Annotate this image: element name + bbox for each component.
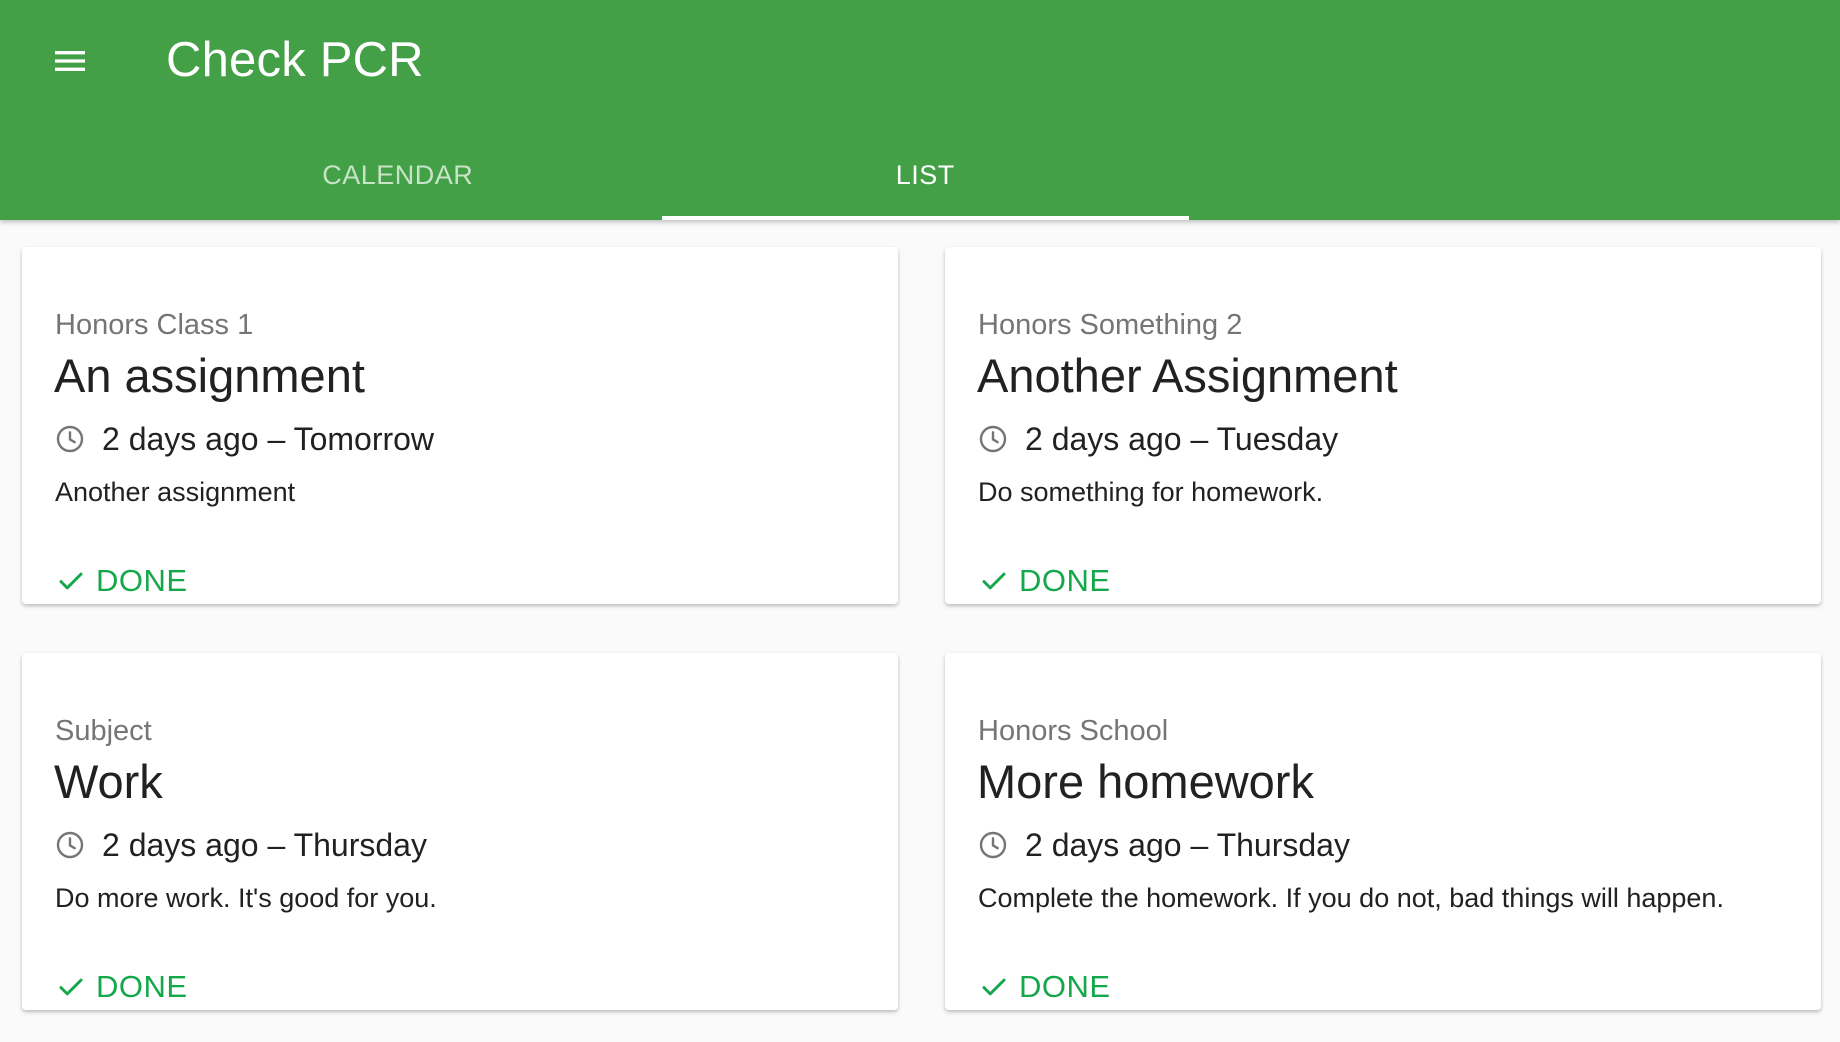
card-subject: Honors Class 1	[55, 309, 254, 341]
check-icon	[982, 572, 1006, 590]
tab-bar: CALENDAR LIST	[134, 136, 1189, 220]
card-subject: Subject	[55, 715, 152, 747]
menu-button[interactable]	[30, 27, 110, 95]
app-title: Check PCR	[166, 33, 424, 87]
assignment-card: Honors Class 1 An assignment 2 days ago …	[22, 247, 898, 604]
tab-list[interactable]: LIST	[661, 136, 1190, 220]
card-title: Work	[54, 755, 163, 808]
clock-icon	[979, 831, 1007, 859]
clock-icon	[979, 425, 1007, 453]
card-description: Do more work. It's good for you.	[55, 883, 437, 913]
done-button[interactable]: DONE	[967, 961, 1123, 1013]
hamburger-menu-icon	[55, 51, 85, 71]
card-time-row: 2 days ago – Tomorrow	[54, 419, 434, 459]
card-time: 2 days ago – Thursday	[1025, 827, 1350, 863]
done-button-label: DONE	[1019, 969, 1111, 1004]
card-time-row: 2 days ago – Thursday	[54, 825, 427, 865]
clock-icon	[56, 831, 84, 859]
done-button-label: DONE	[1019, 563, 1111, 598]
card-title: More homework	[977, 755, 1314, 808]
check-icon	[59, 978, 83, 996]
card-subject: Honors Something 2	[978, 309, 1243, 341]
card-title: Another Assignment	[977, 349, 1398, 402]
card-description: Do something for homework.	[978, 477, 1324, 507]
done-button[interactable]: DONE	[44, 555, 200, 607]
check-icon	[59, 572, 83, 590]
check-icon	[982, 978, 1006, 996]
card-subject: Honors School	[978, 715, 1169, 747]
card-time-row: 2 days ago – Tuesday	[977, 419, 1338, 459]
done-button-label: DONE	[96, 563, 188, 598]
card-time: 2 days ago – Tuesday	[1025, 421, 1339, 457]
assignment-card: Honors Something 2 Another Assignment 2 …	[945, 247, 1821, 604]
card-time: 2 days ago – Thursday	[102, 827, 427, 863]
assignment-list: Honors Class 1 An assignment 2 days ago …	[0, 220, 1840, 1042]
tab-calendar[interactable]: CALENDAR	[134, 136, 662, 220]
card-description: Complete the homework. If you do not, ba…	[978, 883, 1724, 913]
clock-icon	[56, 425, 84, 453]
card-time: 2 days ago – Tomorrow	[102, 421, 435, 457]
assignment-card: Honors School More homework 2 days ago –…	[945, 653, 1821, 1010]
card-time-row: 2 days ago – Thursday	[977, 825, 1350, 865]
done-button[interactable]: DONE	[967, 555, 1123, 607]
card-title: An assignment	[54, 349, 365, 402]
done-button[interactable]: DONE	[44, 961, 200, 1013]
app-bar: Check PCR CALENDAR LIST	[0, 0, 1840, 220]
card-description: Another assignment	[55, 477, 296, 507]
done-button-label: DONE	[96, 969, 188, 1004]
assignment-card: Subject Work 2 days ago – Thursday Do mo…	[22, 653, 898, 1010]
